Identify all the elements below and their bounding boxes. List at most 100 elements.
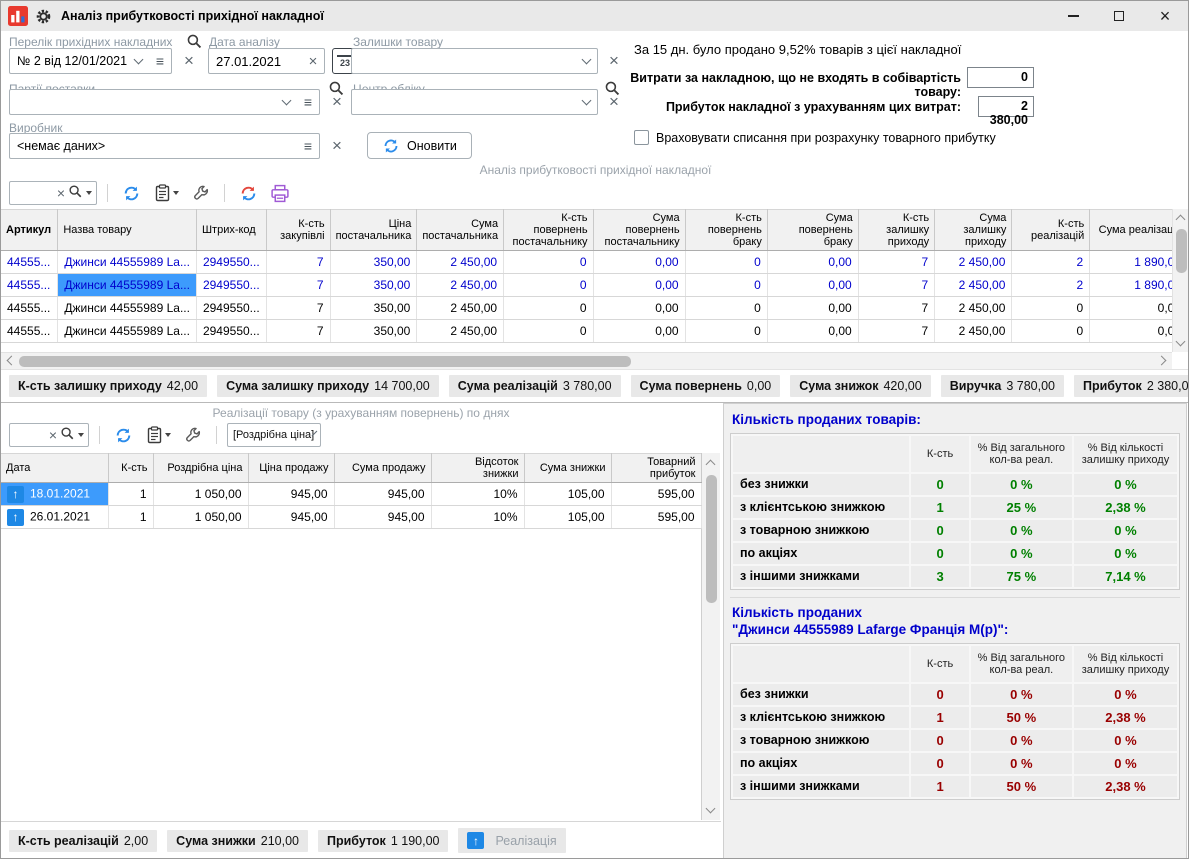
cell[interactable]: ↑18.01.2021: [1, 483, 108, 506]
clear-search-icon[interactable]: ×: [49, 428, 57, 442]
center-combo[interactable]: [351, 89, 598, 115]
cell[interactable]: 2949550...: [196, 320, 266, 343]
clear-date-icon[interactable]: ×: [302, 49, 324, 73]
cell[interactable]: 0,00: [593, 320, 685, 343]
cell[interactable]: 0,00: [767, 320, 858, 343]
cell[interactable]: 1: [108, 506, 153, 529]
cell[interactable]: 2: [1012, 251, 1090, 274]
column-header[interactable]: Ціна постачальника: [330, 210, 417, 251]
date-field[interactable]: 27.01.2021 ×: [208, 48, 325, 74]
column-header[interactable]: Роздрібна ціна: [153, 454, 248, 483]
minimize-button[interactable]: [1050, 1, 1096, 31]
cell[interactable]: 7: [858, 320, 934, 343]
column-header[interactable]: Назва товару: [58, 210, 197, 251]
cell[interactable]: 0: [504, 274, 593, 297]
cell[interactable]: 7: [858, 274, 934, 297]
clear-batches-icon[interactable]: ×: [327, 91, 347, 113]
list-icon[interactable]: ≡: [297, 90, 319, 114]
cell[interactable]: Джинси 44555989 La...: [58, 297, 197, 320]
search-icon[interactable]: [68, 184, 83, 202]
cell[interactable]: 945,00: [248, 506, 334, 529]
cell[interactable]: 2: [1012, 274, 1090, 297]
column-header[interactable]: К-сть залишку приходу: [858, 210, 934, 251]
main-horizontal-scrollbar[interactable]: [1, 352, 1172, 369]
refresh-button[interactable]: Оновити: [367, 132, 472, 159]
table-row[interactable]: ↑26.01.202111 050,00945,00945,0010%105,0…: [1, 506, 701, 529]
search-options-caret-icon[interactable]: [78, 433, 84, 437]
price-type-select[interactable]: [Роздрібна ціна]: [227, 423, 321, 447]
cell[interactable]: 7: [858, 297, 934, 320]
wrench-icon[interactable]: [180, 423, 206, 447]
cell[interactable]: 0,00: [593, 274, 685, 297]
close-button[interactable]: ×: [1142, 1, 1188, 31]
cell[interactable]: 10%: [431, 506, 524, 529]
cell[interactable]: 2949550...: [196, 274, 266, 297]
cell[interactable]: 350,00: [330, 297, 417, 320]
cell[interactable]: 945,00: [334, 506, 431, 529]
wrench-icon[interactable]: [188, 181, 214, 205]
daily-vertical-scrollbar[interactable]: [702, 453, 720, 820]
cell[interactable]: 7: [858, 251, 934, 274]
cell[interactable]: 1 050,00: [153, 506, 248, 529]
clear-stock-icon[interactable]: ×: [604, 50, 624, 72]
cell[interactable]: 0: [685, 320, 767, 343]
cell[interactable]: 0: [504, 251, 593, 274]
chevron-down-icon[interactable]: [575, 90, 597, 114]
column-header[interactable]: Сума продажу: [334, 454, 431, 483]
cell[interactable]: 0: [1012, 320, 1090, 343]
cell[interactable]: 0,00: [593, 251, 685, 274]
cell[interactable]: Джинси 44555989 La...: [58, 320, 197, 343]
cell[interactable]: Джинси 44555989 La...: [58, 251, 197, 274]
cell[interactable]: 0,00: [767, 274, 858, 297]
cell[interactable]: 2 450,00: [417, 297, 504, 320]
table-row[interactable]: 44555...Джинси 44555989 La...2949550...7…: [1, 274, 1188, 297]
cell[interactable]: 2 450,00: [417, 274, 504, 297]
column-header[interactable]: Сума постачальника: [417, 210, 504, 251]
cell[interactable]: 7: [266, 251, 330, 274]
cell[interactable]: 1: [108, 483, 153, 506]
column-header[interactable]: Штрих-код: [196, 210, 266, 251]
column-header[interactable]: Сума знижки: [524, 454, 611, 483]
settings-gear-icon[interactable]: [35, 8, 52, 25]
stock-combo[interactable]: [351, 48, 598, 74]
clipboard-icon[interactable]: [150, 181, 182, 205]
writeoff-checkbox[interactable]: [634, 130, 649, 145]
cell[interactable]: 44555...: [1, 297, 58, 320]
clear-search-icon[interactable]: ×: [57, 186, 65, 200]
clear-invoices-icon[interactable]: ×: [179, 50, 199, 72]
cell[interactable]: Джинси 44555989 La...: [58, 274, 197, 297]
column-header[interactable]: Сума залишку приходу: [935, 210, 1012, 251]
column-header[interactable]: Товарний прибуток: [611, 454, 701, 483]
column-header[interactable]: Відсоток знижки: [431, 454, 524, 483]
chevron-down-icon[interactable]: [275, 90, 297, 114]
cell[interactable]: 7: [266, 320, 330, 343]
cell[interactable]: 0,00: [767, 251, 858, 274]
cell[interactable]: 0,00: [767, 297, 858, 320]
cell[interactable]: 2 450,00: [935, 251, 1012, 274]
costs-input[interactable]: 0: [967, 67, 1034, 88]
main-vertical-scrollbar[interactable]: [1172, 209, 1189, 352]
maximize-button[interactable]: [1096, 1, 1142, 31]
cell[interactable]: 350,00: [330, 251, 417, 274]
cell[interactable]: 105,00: [524, 483, 611, 506]
column-header[interactable]: Сума повернень постачальнику: [593, 210, 685, 251]
refresh-report-icon[interactable]: [235, 181, 261, 205]
column-header[interactable]: Дата: [1, 454, 108, 483]
cell[interactable]: 7: [266, 297, 330, 320]
column-header[interactable]: К-сть повернень постачальнику: [504, 210, 593, 251]
table-row[interactable]: 44555...Джинси 44555989 La...2949550...7…: [1, 251, 1188, 274]
column-header[interactable]: Ціна продажу: [248, 454, 334, 483]
cell[interactable]: 105,00: [524, 506, 611, 529]
cell[interactable]: 0: [504, 297, 593, 320]
chevron-down-icon[interactable]: [127, 49, 149, 73]
cell[interactable]: 2 450,00: [935, 320, 1012, 343]
profit-input[interactable]: 2 380,00: [978, 96, 1034, 117]
manufacturer-combo[interactable]: <немає даних> ≡: [9, 133, 320, 159]
column-header[interactable]: К-сть: [108, 454, 153, 483]
column-header[interactable]: К-сть реалізацій: [1012, 210, 1090, 251]
cell[interactable]: 7: [266, 274, 330, 297]
printer-icon[interactable]: [267, 181, 293, 205]
cell[interactable]: 2 450,00: [417, 251, 504, 274]
cell[interactable]: ↑26.01.2021: [1, 506, 108, 529]
list-icon[interactable]: ≡: [297, 134, 319, 158]
